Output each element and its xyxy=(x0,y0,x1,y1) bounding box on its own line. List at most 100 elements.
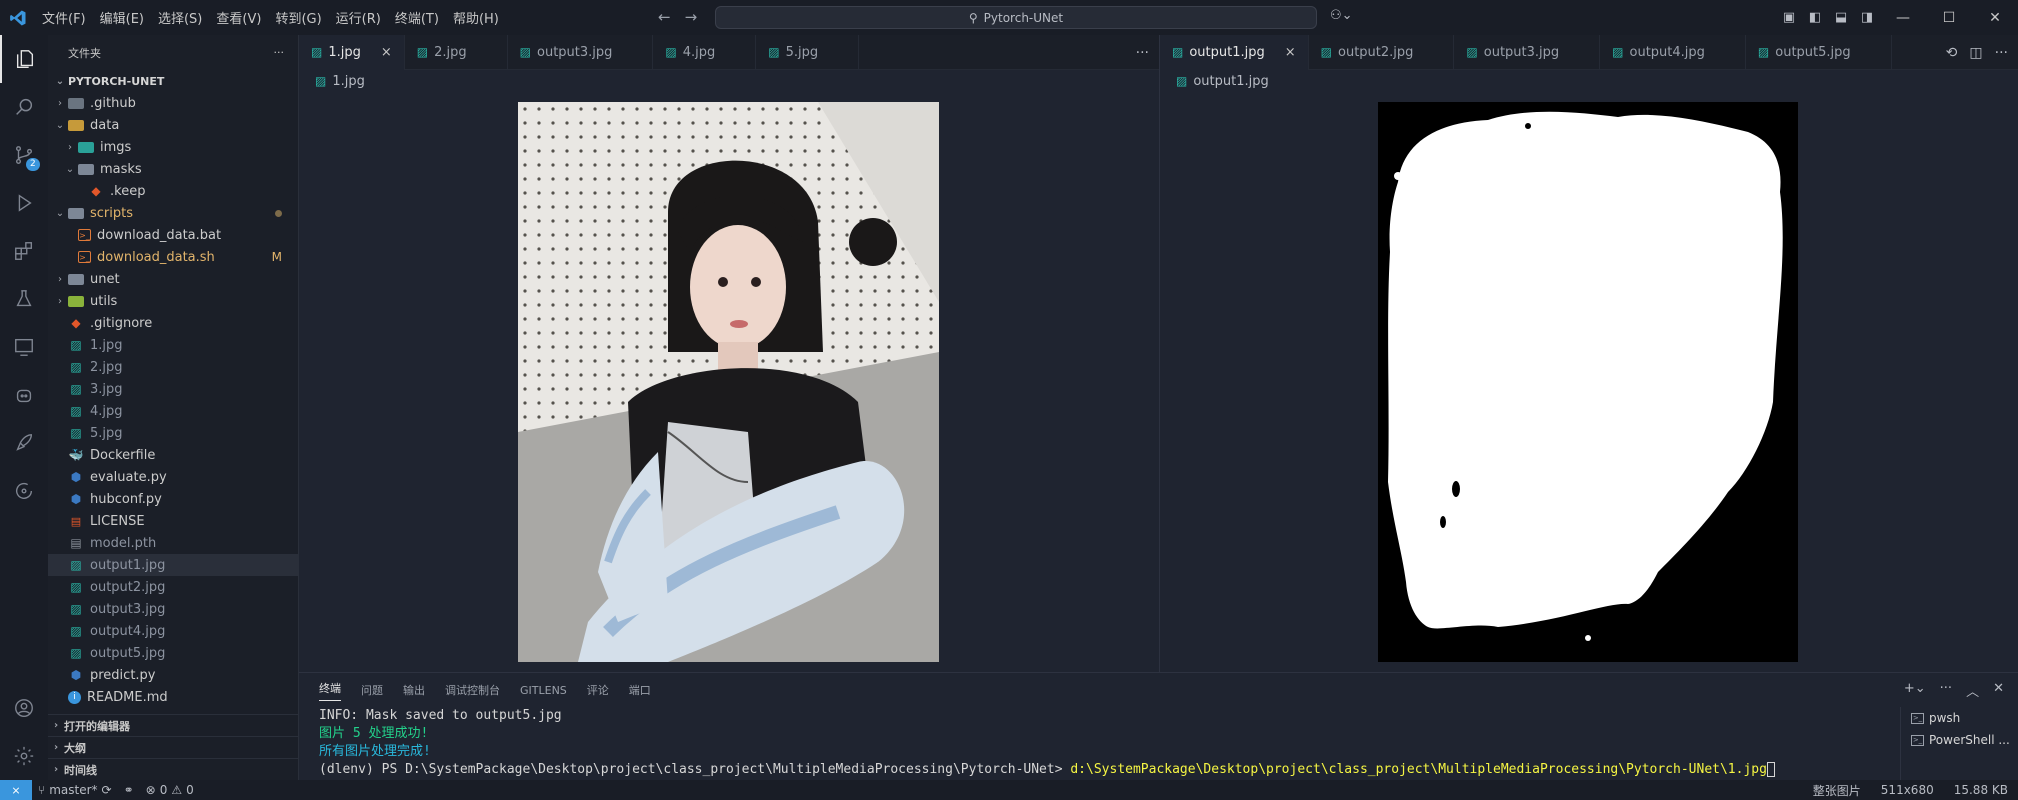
tree-item[interactable]: ⌄ masks xyxy=(48,158,298,180)
editor-tab[interactable]: ▨ 1.jpg × xyxy=(299,34,405,70)
panel-tab-debug-console[interactable]: 调试控制台 xyxy=(445,682,500,698)
tree-item[interactable]: ⌄ scripts xyxy=(48,202,298,224)
close-window-icon[interactable]: ✕ xyxy=(1972,10,2018,26)
explorer-icon[interactable] xyxy=(0,35,48,83)
zoom-mode[interactable]: 整张图片 xyxy=(1803,782,1871,799)
more-actions-icon[interactable]: ··· xyxy=(1136,45,1149,61)
tree-item[interactable]: ▨ 2.jpg xyxy=(48,356,298,378)
editor-tab[interactable]: ▨ output3.jpg xyxy=(508,34,654,70)
toggle-panel-icon[interactable]: ⬓ xyxy=(1828,10,1854,25)
extensions-icon[interactable] xyxy=(0,227,48,275)
menu-file[interactable]: 文件(F) xyxy=(35,8,93,27)
panel-tab-comments[interactable]: 评论 xyxy=(587,682,609,698)
back-arrow-icon[interactable]: ← xyxy=(658,8,671,26)
tree-item[interactable]: >_ download_data.sh M xyxy=(48,246,298,268)
terminal-instance-pwsh[interactable]: >_ pwsh xyxy=(1901,707,2018,729)
copilot-icon[interactable]: ⚇⌄ xyxy=(1330,8,1353,23)
tree-item[interactable]: › .github xyxy=(48,92,298,114)
close-tab-icon[interactable]: × xyxy=(1285,45,1296,60)
problems-indicator[interactable]: ⊗ 0 ⚠ 0 xyxy=(140,783,200,797)
editor-tab[interactable]: ▨ output4.jpg xyxy=(1600,34,1746,70)
testing-icon[interactable] xyxy=(0,275,48,323)
tree-item[interactable]: >_ download_data.bat xyxy=(48,224,298,246)
run-debug-icon[interactable] xyxy=(0,179,48,227)
tree-item[interactable]: ▨ 5.jpg xyxy=(48,422,298,444)
section-open-editors[interactable]: › 打开的编辑器 xyxy=(48,714,299,736)
panel-tab-gitlens[interactable]: GITLENS xyxy=(520,684,567,697)
tree-item[interactable]: › utils xyxy=(48,290,298,312)
more-actions-icon[interactable]: ··· xyxy=(1940,681,1952,700)
breadcrumb-file[interactable]: 1.jpg xyxy=(332,74,365,89)
command-center-search[interactable]: ⚲ Pytorch-UNet xyxy=(715,6,1317,29)
forward-arrow-icon[interactable]: → xyxy=(685,8,698,26)
live-share[interactable]: ⚭ xyxy=(118,783,140,797)
editor-tab[interactable]: ▨ output2.jpg xyxy=(1309,34,1455,70)
deploy-rocket-icon[interactable] xyxy=(0,419,48,467)
tree-item[interactable]: ⬢ hubconf.py xyxy=(48,488,298,510)
menu-run[interactable]: 运行(R) xyxy=(329,8,388,27)
tree-item[interactable]: ▤ model.pth xyxy=(48,532,298,554)
tree-item[interactable]: ⬢ predict.py xyxy=(48,664,298,686)
remote-indicator-icon[interactable]: ⨯ xyxy=(0,780,32,800)
tree-item[interactable]: i README.md xyxy=(48,686,298,708)
tree-item[interactable]: ▨ output5.jpg xyxy=(48,642,298,664)
menu-help[interactable]: 帮助(H) xyxy=(446,8,506,27)
minimize-icon[interactable]: — xyxy=(1880,10,1926,26)
tree-item[interactable]: ▤ LICENSE xyxy=(48,510,298,532)
close-tab-icon[interactable]: × xyxy=(381,45,392,60)
accounts-icon[interactable] xyxy=(0,684,48,732)
source-control-icon[interactable]: 2 xyxy=(0,131,48,179)
customize-layout-icon[interactable]: ▣ xyxy=(1776,10,1802,25)
copilot-chat-icon[interactable] xyxy=(0,371,48,419)
menu-selection[interactable]: 选择(S) xyxy=(151,8,209,27)
remote-explorer-icon[interactable] xyxy=(0,323,48,371)
more-actions-icon[interactable]: ··· xyxy=(274,46,285,59)
panel-tab-output[interactable]: 输出 xyxy=(403,682,425,698)
tree-item[interactable]: ▨ 3.jpg xyxy=(48,378,298,400)
editor-tab[interactable]: ▨ 5.jpg xyxy=(756,34,860,70)
menu-edit[interactable]: 编辑(E) xyxy=(93,8,151,27)
tree-item[interactable]: ▨ output3.jpg xyxy=(48,598,298,620)
editor-tab[interactable]: ▨ output3.jpg xyxy=(1454,34,1601,70)
toggle-secondary-sidebar-icon[interactable]: ◨ xyxy=(1854,10,1880,25)
new-terminal-icon[interactable]: +⌄ xyxy=(1904,681,1926,700)
tree-item[interactable]: › imgs xyxy=(48,136,298,158)
menu-terminal[interactable]: 终端(T) xyxy=(388,8,446,27)
history-icon[interactable]: ⟲ xyxy=(1946,45,1958,61)
tree-item[interactable]: ▨ 4.jpg xyxy=(48,400,298,422)
search-view-icon[interactable] xyxy=(0,83,48,131)
tree-item[interactable]: ◆ .keep xyxy=(48,180,298,202)
terminal-instance-powershell[interactable]: >_ PowerShell ... xyxy=(1901,729,2018,751)
gitlens-icon[interactable] xyxy=(0,467,48,515)
tree-item[interactable]: ▨ output2.jpg xyxy=(48,576,298,598)
tree-item[interactable]: ⌄ data xyxy=(48,114,298,136)
settings-gear-icon[interactable] xyxy=(0,732,48,780)
tree-item[interactable]: ▨ output1.jpg xyxy=(48,554,298,576)
maximize-panel-icon[interactable]: ︿ xyxy=(1966,681,1979,700)
tree-item[interactable]: ▨ 1.jpg xyxy=(48,334,298,356)
editor-tab[interactable]: ▨ 4.jpg xyxy=(653,34,757,70)
editor-tab[interactable]: ▨ 2.jpg xyxy=(405,34,508,70)
toggle-sidebar-icon[interactable]: ◧ xyxy=(1802,10,1828,25)
tree-item[interactable]: ⬢ evaluate.py xyxy=(48,466,298,488)
maximize-icon[interactable]: ☐ xyxy=(1926,10,1972,26)
panel-tab-terminal[interactable]: 终端 xyxy=(319,680,341,701)
editor-tab[interactable]: ▨ output5.jpg xyxy=(1746,34,1892,70)
menu-view[interactable]: 查看(V) xyxy=(209,8,268,27)
more-actions-icon[interactable]: ··· xyxy=(1995,45,2008,61)
tree-item[interactable]: ◆ .gitignore xyxy=(48,312,298,334)
tree-item[interactable]: 🐳 Dockerfile xyxy=(48,444,298,466)
project-root[interactable]: ⌄ PYTORCH-UNET xyxy=(48,70,298,92)
close-panel-icon[interactable]: ✕ xyxy=(1993,681,2004,700)
panel-tab-problems[interactable]: 问题 xyxy=(361,682,383,698)
panel-tab-ports[interactable]: 端口 xyxy=(629,682,651,698)
split-editor-icon[interactable]: ◫ xyxy=(1969,45,1982,61)
tree-item[interactable]: › unet xyxy=(48,268,298,290)
breadcrumb-file[interactable]: output1.jpg xyxy=(1193,74,1268,89)
menu-go[interactable]: 转到(G) xyxy=(268,8,328,27)
terminal-output[interactable]: INFO: Mask saved to output5.jpg 图片 5 处理成… xyxy=(299,707,2018,779)
section-timeline[interactable]: › 时间线 xyxy=(48,758,299,780)
section-outline[interactable]: › 大纲 xyxy=(48,736,299,758)
editor-tab[interactable]: ▨ output1.jpg × xyxy=(1160,34,1309,70)
git-branch[interactable]: ⑂ master* ⟳ xyxy=(32,783,118,797)
